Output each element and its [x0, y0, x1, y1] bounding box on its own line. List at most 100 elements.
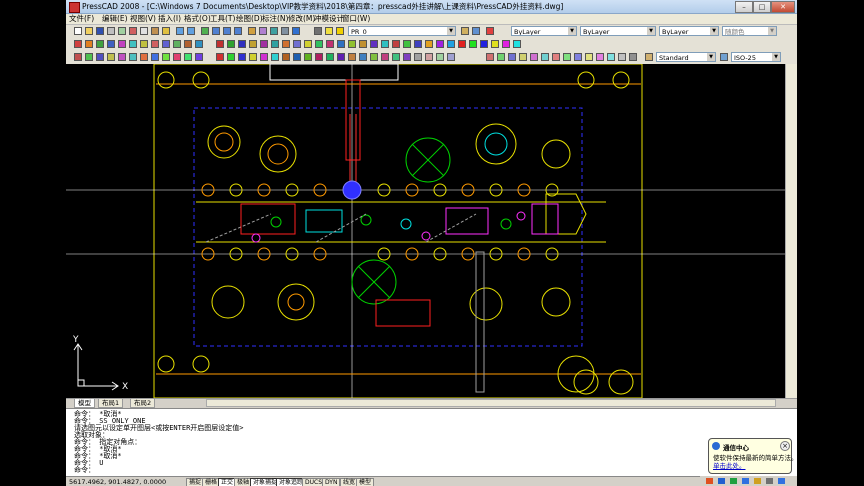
paste-icon[interactable] — [151, 27, 159, 35]
part-tool-icon[interactable] — [414, 53, 422, 61]
copy-icon[interactable] — [140, 27, 148, 35]
draw-tool-icon[interactable] — [249, 40, 257, 48]
dim-tool-icon[interactable] — [574, 53, 582, 61]
tray-app-icon[interactable] — [730, 478, 737, 484]
modify-tool-icon[interactable] — [107, 53, 115, 61]
part-tool-icon[interactable] — [326, 53, 334, 61]
draw-tool-icon[interactable] — [480, 40, 488, 48]
draw-tool-icon[interactable] — [326, 40, 334, 48]
tray-app-icon[interactable] — [706, 478, 713, 484]
tab-layout2[interactable]: 布局2 — [130, 399, 156, 408]
draw-tool-icon[interactable] — [469, 40, 477, 48]
modify-tool-icon[interactable] — [74, 53, 82, 61]
dim-tool-icon[interactable] — [607, 53, 615, 61]
zoom-window-icon[interactable] — [223, 27, 231, 35]
draw-tool-icon[interactable] — [260, 40, 268, 48]
vertical-scrollbar[interactable] — [785, 64, 797, 398]
tray-app-icon[interactable] — [718, 478, 725, 484]
menu-die-design[interactable]: 冲模设计 — [314, 14, 344, 24]
part-tool-icon[interactable] — [370, 53, 378, 61]
part-tool-icon[interactable] — [337, 53, 345, 61]
color-combo[interactable]: ByLayer ▼ — [511, 26, 577, 36]
modify-tool-icon[interactable] — [162, 53, 170, 61]
die-tool-icon[interactable] — [162, 40, 170, 48]
draw-tool-icon[interactable] — [414, 40, 422, 48]
dim-tool-icon[interactable] — [618, 53, 626, 61]
draw-tool-icon[interactable] — [348, 40, 356, 48]
die-tool-icon[interactable] — [129, 40, 137, 48]
tab-model[interactable]: 模型 — [74, 399, 95, 408]
tab-layout1[interactable]: 布局1 — [98, 399, 124, 408]
die-tool-icon[interactable] — [74, 40, 82, 48]
preview-icon[interactable] — [118, 27, 126, 35]
tray-app-icon[interactable] — [778, 478, 785, 484]
part-tool-icon[interactable] — [304, 53, 312, 61]
part-tool-icon[interactable] — [227, 53, 235, 61]
draw-tool-icon[interactable] — [458, 40, 466, 48]
part-tool-icon[interactable] — [436, 53, 444, 61]
menu-dimension[interactable]: 标注(N) — [262, 14, 288, 24]
die-tool-icon[interactable] — [140, 40, 148, 48]
menu-draw[interactable]: 绘图(D) — [236, 14, 263, 24]
draw-tool-icon[interactable] — [436, 40, 444, 48]
die-tool-icon[interactable] — [107, 40, 115, 48]
layer-previous-icon[interactable] — [461, 27, 469, 35]
dim-tool-icon[interactable] — [585, 53, 593, 61]
draw-tool-icon[interactable] — [403, 40, 411, 48]
dim-tool-icon[interactable] — [497, 53, 505, 61]
command-window[interactable]: 命令： *取消* 命令： SS_ONLY_ONE 请选图元以设定单开图层<或按E… — [66, 408, 797, 477]
balloon-link[interactable]: 单击此处。 — [713, 460, 746, 470]
new-file-icon[interactable] — [74, 27, 82, 35]
part-tool-icon[interactable] — [249, 53, 257, 61]
open-folder-icon[interactable] — [85, 27, 93, 35]
menu-window[interactable]: 窗口(W) — [342, 14, 370, 24]
modify-tool-icon[interactable] — [85, 53, 93, 61]
draw-tool-icon[interactable] — [282, 40, 290, 48]
draw-tool-icon[interactable] — [238, 40, 246, 48]
drawing-canvas[interactable]: Y X — [66, 64, 797, 398]
maximize-button[interactable]: □ — [753, 1, 771, 13]
tool-palettes-icon[interactable] — [270, 27, 278, 35]
modify-tool-icon[interactable] — [140, 53, 148, 61]
menu-edit[interactable]: 编辑(E) — [102, 14, 128, 24]
draw-tool-icon[interactable] — [447, 40, 455, 48]
die-tool-icon[interactable] — [173, 40, 181, 48]
part-tool-icon[interactable] — [425, 53, 433, 61]
modify-tool-icon[interactable] — [96, 53, 104, 61]
draw-tool-icon[interactable] — [315, 40, 323, 48]
menu-tools[interactable]: 工具(T) — [210, 14, 235, 24]
layer-combo[interactable]: PR_0 ▼ — [348, 26, 456, 36]
save-icon[interactable] — [96, 27, 104, 35]
dim-tool-icon[interactable] — [629, 53, 637, 61]
properties-icon[interactable] — [248, 27, 256, 35]
modify-tool-icon[interactable] — [184, 53, 192, 61]
part-tool-icon[interactable] — [392, 53, 400, 61]
part-tool-icon[interactable] — [216, 53, 224, 61]
menu-view[interactable]: 视图(V) — [130, 14, 156, 24]
part-tool-icon[interactable] — [238, 53, 246, 61]
draw-tool-icon[interactable] — [425, 40, 433, 48]
dimstyle-combo[interactable]: ISO-25 ▼ — [731, 52, 781, 62]
die-tool-icon[interactable] — [151, 40, 159, 48]
part-tool-icon[interactable] — [447, 53, 455, 61]
textstyle-combo[interactable]: Standard ▼ — [656, 52, 716, 62]
part-tool-icon[interactable] — [260, 53, 268, 61]
draw-tool-icon[interactable] — [370, 40, 378, 48]
menu-format[interactable]: 格式(O) — [184, 14, 211, 24]
help-icon[interactable] — [292, 27, 300, 35]
draw-tool-icon[interactable] — [304, 40, 312, 48]
linetype-combo[interactable]: ByLayer ▼ — [580, 26, 656, 36]
draw-tool-icon[interactable] — [271, 40, 279, 48]
draw-tool-icon[interactable] — [381, 40, 389, 48]
dim-tool-icon[interactable] — [519, 53, 527, 61]
dim-tool-icon[interactable] — [486, 53, 494, 61]
part-tool-icon[interactable] — [293, 53, 301, 61]
modify-tool-icon[interactable] — [118, 53, 126, 61]
menu-insert[interactable]: 插入(I) — [158, 14, 181, 24]
dim-tool-icon[interactable] — [596, 53, 604, 61]
dim-tool-icon[interactable] — [563, 53, 571, 61]
modify-tool-icon[interactable] — [129, 53, 137, 61]
part-tool-icon[interactable] — [271, 53, 279, 61]
undo-icon[interactable] — [176, 27, 184, 35]
pan-icon[interactable] — [201, 27, 209, 35]
